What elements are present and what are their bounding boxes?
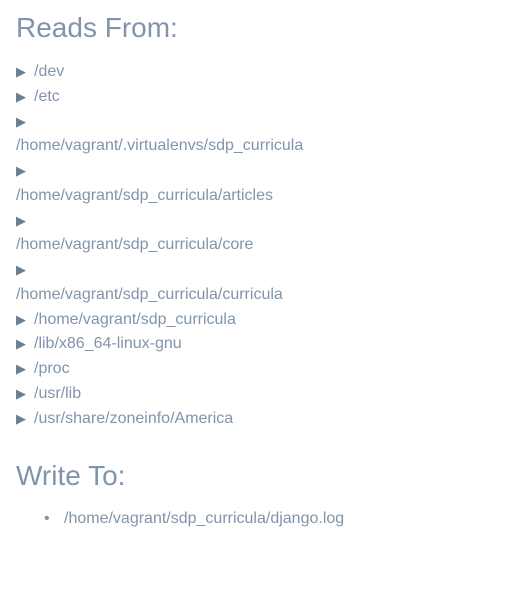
- tree-item[interactable]: ▶ /dev: [16, 60, 514, 85]
- tree-item[interactable]: ▶ /home/vagrant/sdp_curricula: [16, 308, 514, 333]
- expand-arrow-icon[interactable]: ▶: [16, 382, 26, 407]
- tree-item-path: /usr/share/zoneinfo/America: [34, 407, 233, 432]
- write-to-list: /home/vagrant/sdp_curricula/django.log: [16, 506, 514, 532]
- reads-from-list: ▶/dev▶/etc▶/home/vagrant/.virtualenvs/sd…: [16, 60, 514, 432]
- tree-item-path: /dev: [34, 60, 64, 85]
- tree-item-path: /etc: [34, 85, 60, 110]
- tree-item[interactable]: ▶ /usr/share/zoneinfo/America: [16, 407, 514, 432]
- tree-item-path: /home/vagrant/sdp_curricula/articles: [16, 184, 514, 209]
- reads-from-heading: Reads From:: [16, 12, 514, 44]
- expand-arrow-icon[interactable]: ▶: [16, 60, 26, 85]
- tree-item[interactable]: ▶/home/vagrant/sdp_curricula/curricula: [16, 258, 514, 307]
- tree-item-path: /home/vagrant/.virtualenvs/sdp_curricula: [16, 134, 514, 159]
- expand-arrow-icon[interactable]: ▶: [16, 332, 26, 357]
- list-item: /home/vagrant/sdp_curricula/django.log: [64, 506, 514, 532]
- tree-item-path: /lib/x86_64-linux-gnu: [34, 332, 182, 357]
- expand-arrow-icon[interactable]: ▶: [16, 258, 26, 283]
- expand-arrow-icon[interactable]: ▶: [16, 209, 26, 234]
- expand-arrow-icon[interactable]: ▶: [16, 110, 26, 135]
- tree-item[interactable]: ▶ /proc: [16, 357, 514, 382]
- tree-item[interactable]: ▶ /usr/lib: [16, 382, 514, 407]
- tree-item[interactable]: ▶ /lib/x86_64-linux-gnu: [16, 332, 514, 357]
- tree-item-path: /home/vagrant/sdp_curricula: [34, 308, 236, 333]
- expand-arrow-icon[interactable]: ▶: [16, 85, 26, 110]
- tree-item[interactable]: ▶/home/vagrant/sdp_curricula/core: [16, 209, 514, 258]
- tree-item-path: /usr/lib: [34, 382, 81, 407]
- tree-item-path: /home/vagrant/sdp_curricula/core: [16, 233, 514, 258]
- tree-item[interactable]: ▶/home/vagrant/sdp_curricula/articles: [16, 159, 514, 208]
- tree-item[interactable]: ▶/home/vagrant/.virtualenvs/sdp_curricul…: [16, 110, 514, 159]
- expand-arrow-icon[interactable]: ▶: [16, 159, 26, 184]
- expand-arrow-icon[interactable]: ▶: [16, 308, 26, 333]
- expand-arrow-icon[interactable]: ▶: [16, 407, 26, 432]
- expand-arrow-icon[interactable]: ▶: [16, 357, 26, 382]
- write-to-heading: Write To:: [16, 460, 514, 492]
- tree-item-path: /home/vagrant/sdp_curricula/curricula: [16, 283, 514, 308]
- tree-item-path: /proc: [34, 357, 70, 382]
- tree-item[interactable]: ▶ /etc: [16, 85, 514, 110]
